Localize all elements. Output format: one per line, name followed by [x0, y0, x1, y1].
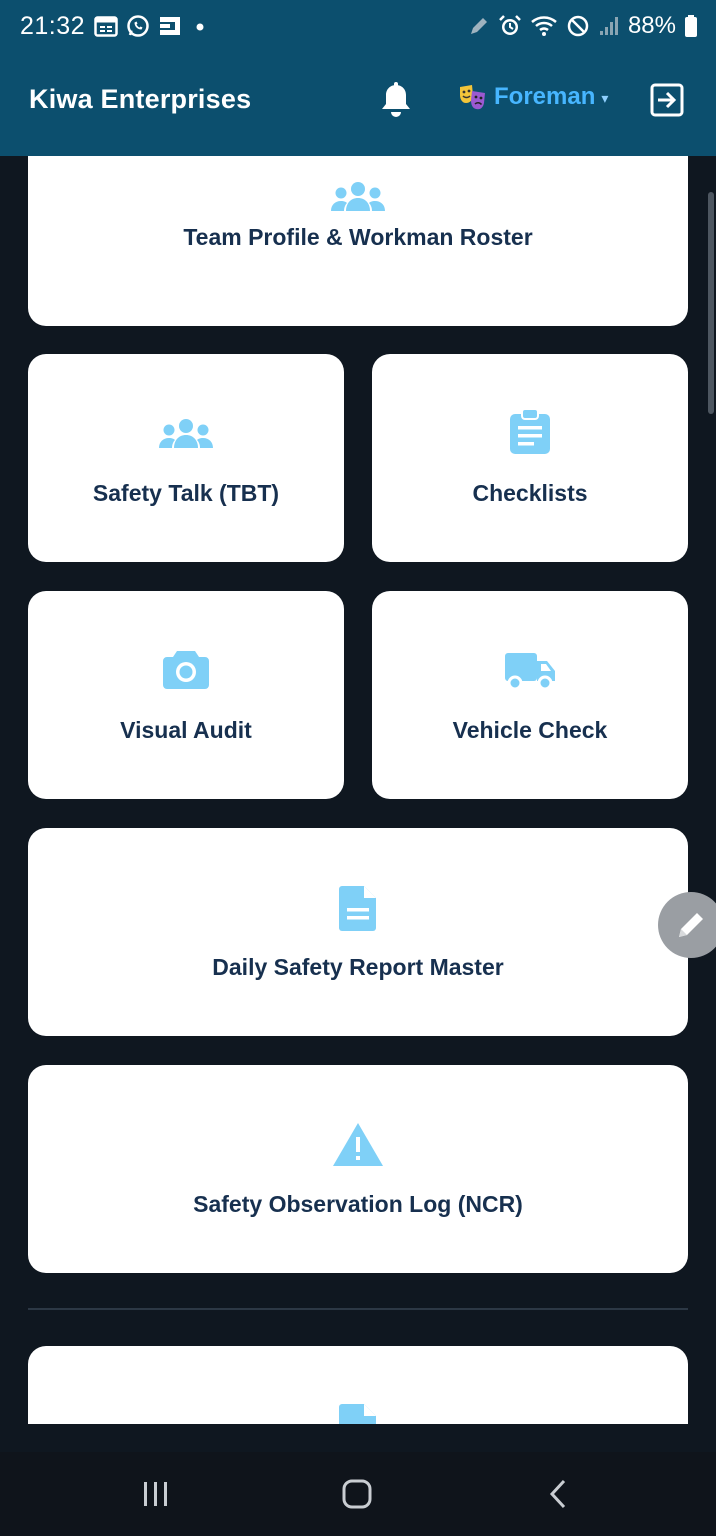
- tile-visual-audit[interactable]: Visual Audit: [28, 591, 344, 799]
- tile-label: Vehicle Check: [452, 717, 608, 743]
- tile-safety-talk[interactable]: Safety Talk (TBT): [28, 354, 344, 562]
- status-right: 88%: [468, 12, 698, 40]
- camera-icon: [162, 647, 210, 691]
- alarm-icon: [498, 14, 522, 38]
- tile-label: Safety Talk (TBT): [92, 480, 280, 506]
- tile-vehicle-check[interactable]: Vehicle Check: [372, 591, 688, 799]
- tile-safety-observation-log[interactable]: Safety Observation Log (NCR): [28, 1065, 688, 1273]
- section-divider: [28, 1308, 688, 1310]
- dot-icon: [190, 15, 210, 37]
- tile-document[interactable]: [28, 1346, 688, 1424]
- home-icon[interactable]: [337, 1476, 377, 1512]
- status-time: 21:32: [20, 12, 86, 40]
- tile-label: Checklists: [472, 480, 588, 506]
- edit-button[interactable]: [658, 892, 716, 958]
- tile-checklists[interactable]: Checklists: [372, 354, 688, 562]
- masks-icon: [458, 82, 488, 112]
- app-icon: [158, 15, 182, 37]
- app-title: Kiwa Enterprises: [29, 84, 252, 114]
- back-icon[interactable]: [538, 1476, 578, 1512]
- do-not-disturb-icon: [566, 14, 590, 38]
- recent-apps-icon[interactable]: [136, 1476, 176, 1512]
- scrollbar[interactable]: [708, 192, 714, 414]
- signal-icon: [598, 15, 620, 37]
- status-left-icons: [94, 14, 210, 38]
- document-icon: [338, 1402, 378, 1424]
- team-icon: [157, 418, 215, 450]
- battery-percent: 88%: [627, 12, 676, 39]
- tile-team-profile[interactable]: Team Profile & Workman Roster: [28, 156, 688, 326]
- tile-label: Safety Observation Log (NCR): [193, 1191, 523, 1217]
- document-icon: [338, 884, 378, 932]
- status-bar: 21:32 88%: [0, 0, 716, 56]
- wifi-icon: [530, 14, 558, 38]
- clipboard-icon: [508, 408, 552, 456]
- chevron-down-icon: ▾: [601, 89, 609, 106]
- warning-icon: [332, 1121, 384, 1167]
- calendar-icon: [94, 15, 118, 37]
- tile-label: Visual Audit: [120, 717, 252, 743]
- role-selector[interactable]: Foreman ▾: [458, 82, 608, 112]
- top-bar: 21:32 88% Kiwa Enterprises Foreman ▾: [0, 0, 716, 156]
- tile-label: Team Profile & Workman Roster: [183, 224, 533, 250]
- team-icon: [329, 181, 387, 213]
- app-bar: Kiwa Enterprises Foreman ▾: [0, 56, 716, 156]
- battery-icon: [684, 14, 698, 38]
- tile-label: Daily Safety Report Master: [212, 954, 504, 980]
- pen-icon: [468, 15, 490, 37]
- tile-daily-safety-report[interactable]: Daily Safety Report Master: [28, 828, 688, 1036]
- pencil-icon: [675, 909, 707, 941]
- bell-icon[interactable]: [379, 82, 413, 120]
- logout-icon[interactable]: [649, 82, 685, 118]
- tile-list: Team Profile & Workman Roster Safety Tal…: [0, 156, 716, 1424]
- whatsapp-icon: [126, 14, 150, 38]
- system-nav-bar: [0, 1452, 716, 1536]
- role-label: Foreman: [494, 83, 596, 110]
- truck-icon: [503, 651, 557, 691]
